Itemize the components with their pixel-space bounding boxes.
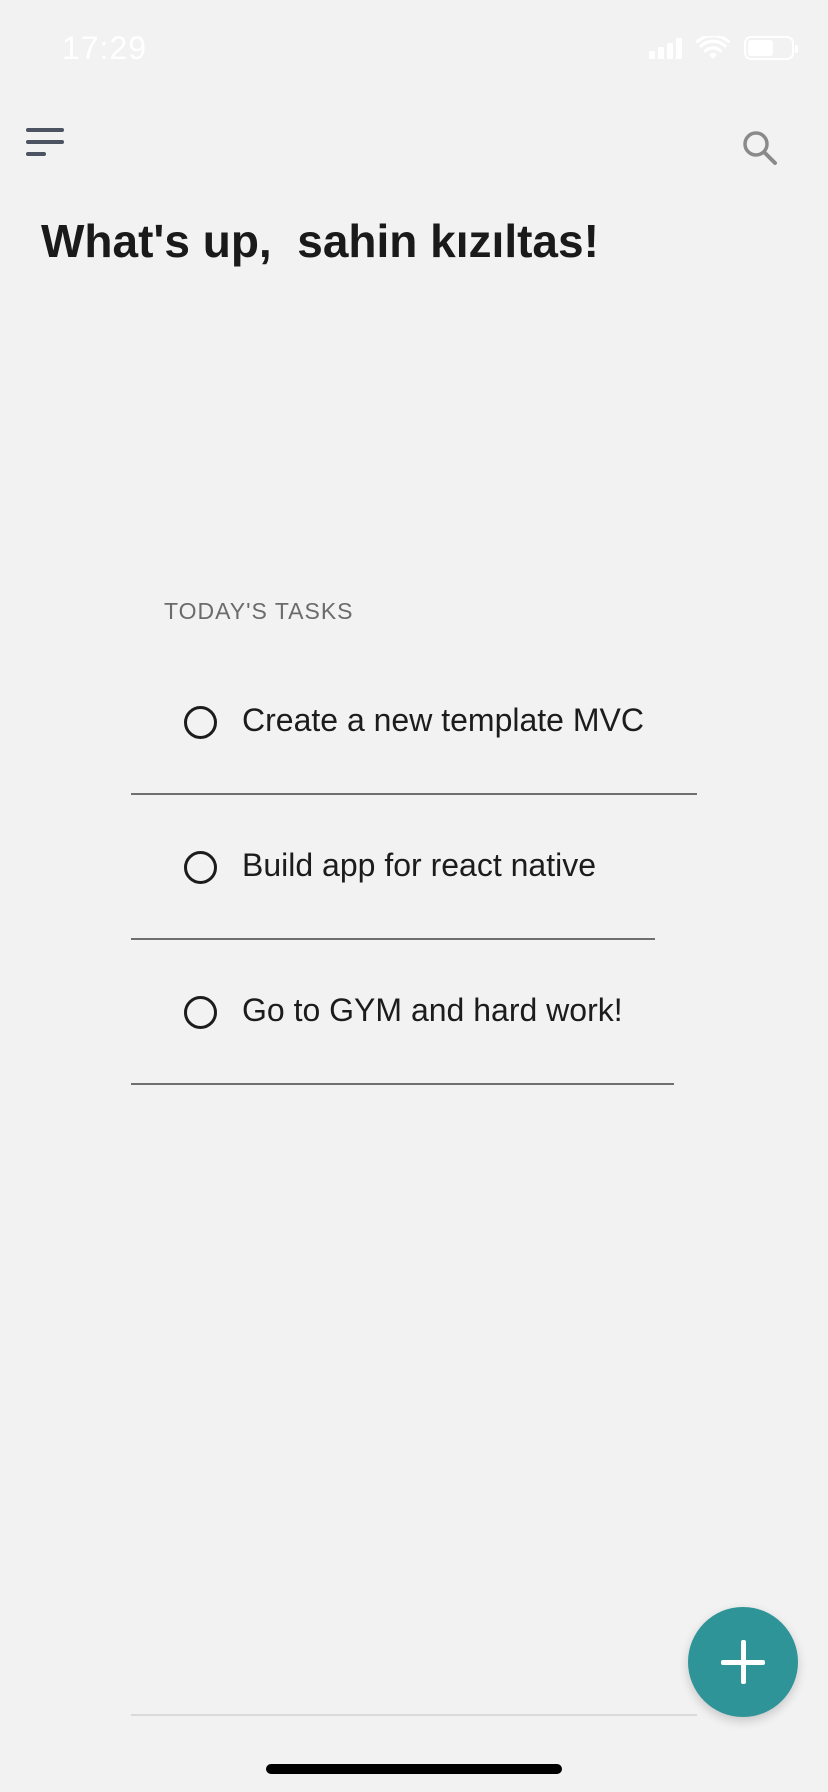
task-text: Go to GYM and hard work! [242, 992, 623, 1028]
greeting-title: What's up, sahin kızıltas! [41, 215, 599, 267]
task-item[interactable]: Go to GYM and hard work! [131, 940, 731, 1085]
app-screen: 17:29 What's up, sahin kızıltas! TODAY'S… [0, 0, 828, 1792]
search-icon[interactable] [740, 128, 780, 168]
task-checkbox[interactable] [184, 996, 217, 1029]
task-checkbox[interactable] [184, 851, 217, 884]
task-text: Build app for react native [242, 847, 596, 883]
cellular-signal-icon [649, 37, 682, 59]
task-item[interactable]: Build app for react native [131, 795, 731, 940]
wifi-icon [696, 36, 730, 59]
add-task-button[interactable] [688, 1607, 798, 1717]
status-time: 17:29 [62, 30, 148, 66]
hamburger-menu-icon[interactable] [26, 126, 66, 162]
section-label-todays-tasks: TODAY'S TASKS [164, 598, 354, 624]
task-checkbox[interactable] [184, 706, 217, 739]
task-item[interactable]: Create a new template MVC [131, 650, 731, 795]
battery-icon [744, 36, 798, 60]
task-list: Create a new template MVC Build app for … [131, 650, 731, 1085]
task-text: Create a new template MVC [242, 702, 644, 738]
task-divider [131, 1083, 674, 1085]
home-indicator[interactable] [266, 1764, 562, 1774]
battery-level-fill [748, 40, 774, 56]
bottom-divider [131, 1714, 697, 1716]
status-icons [649, 36, 798, 60]
